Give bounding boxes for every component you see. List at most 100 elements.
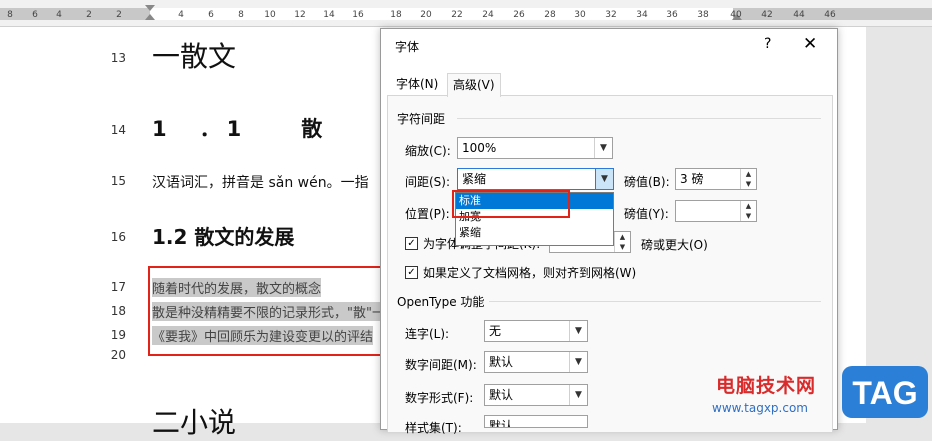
line-number: 13 <box>110 51 126 65</box>
grid-label: 如果定义了文档网格，则对齐到网格(W) <box>423 266 637 280</box>
spacing-select[interactable]: 紧缩 ▼ <box>457 168 614 190</box>
ruler-tick-label: 16 <box>352 10 364 20</box>
spacing-section-title: 字符间距 <box>397 112 446 126</box>
ruler-tick-label: 28 <box>544 10 556 20</box>
line-number: 14 <box>110 123 126 137</box>
tag-logo-text: TAG <box>852 375 917 411</box>
line-number: 19 <box>110 328 126 342</box>
horizontal-ruler[interactable]: 8 6 4 2 2 4 6 8 10 12 14 16 18 20 22 24 26 28 30 32 34 36 38 40… <box>0 0 932 27</box>
number-spacing-label: 数字间距(M): <box>405 358 477 372</box>
line-number: 16 <box>110 230 126 244</box>
section-divider <box>457 118 821 119</box>
ruler-tick-label: 12 <box>294 10 306 20</box>
spin-up-icon[interactable]: ▲ <box>741 201 756 211</box>
spinner[interactable]: ▲ ▼ <box>740 201 756 221</box>
kerning-checkbox[interactable]: ✓ <box>405 237 418 250</box>
ruler-tick-label: 44 <box>793 10 805 20</box>
ruler-tick-label: 30 <box>574 10 586 20</box>
heading-2[interactable]: 1.2 散文的发展 <box>152 221 294 250</box>
tab-font[interactable]: 字体(N) <box>391 73 443 95</box>
heading-1[interactable]: 一散文 <box>152 35 236 75</box>
ruler-tick-label: 4 <box>56 10 62 20</box>
ruler-tick-label: 22 <box>451 10 463 20</box>
ruler-tick-label: 24 <box>482 10 494 20</box>
chevron-down-icon[interactable]: ▼ <box>594 138 612 158</box>
dropdown-option-condensed[interactable]: 紧缩 <box>456 225 613 241</box>
spacing-points-label: 磅值(B): <box>624 175 670 189</box>
spacing-points-input[interactable]: 3 磅 ▲ ▼ <box>675 168 757 190</box>
stylistic-sets-select[interactable]: 默认 <box>484 415 588 428</box>
heading-2[interactable]: 1 ．1 散 <box>152 113 382 143</box>
ligatures-label: 连字(L): <box>405 327 450 341</box>
spin-up-icon[interactable]: ▲ <box>615 232 630 242</box>
position-label: 位置(P): <box>405 207 450 221</box>
tab-advanced[interactable]: 高级(V) <box>447 73 501 97</box>
number-forms-value: 默认 <box>489 388 514 402</box>
chevron-down-icon[interactable]: ▼ <box>569 352 587 372</box>
scale-value: 100% <box>462 141 497 155</box>
spin-down-icon[interactable]: ▼ <box>741 179 756 189</box>
heading-1[interactable]: 二小说 <box>152 401 236 441</box>
dialog-title: 字体 <box>395 40 420 54</box>
line-number: 20 <box>110 348 126 362</box>
ruler-tick-label: 8 <box>238 10 244 20</box>
body-paragraph[interactable]: 汉语词汇，拼音是 sǎn wén。一指 <box>152 172 369 192</box>
ruler-tick-label: 20 <box>420 10 432 20</box>
stylistic-sets-value: 默认 <box>489 419 514 428</box>
spin-down-icon[interactable]: ▼ <box>741 211 756 221</box>
spacing-value: 紧缩 <box>462 172 487 186</box>
spacing-points-value: 3 磅 <box>680 172 704 186</box>
help-button[interactable]: ? <box>764 36 771 52</box>
ruler-tick-label: 40 <box>730 10 742 20</box>
tag-logo-icon: TAG <box>842 366 928 418</box>
ruler-tick-label: 10 <box>264 10 276 20</box>
highlight-box-text <box>148 266 384 356</box>
ruler-tick-label: 6 <box>208 10 214 20</box>
ruler-tick-label: 18 <box>390 10 402 20</box>
scale-label: 缩放(C): <box>405 144 451 158</box>
ligatures-value: 无 <box>489 324 502 338</box>
spinner[interactable]: ▲ ▼ <box>614 232 630 252</box>
watermark-text: 电脑技术网 <box>716 375 817 397</box>
first-line-indent-marker[interactable] <box>145 5 155 11</box>
ruler-tick-label: 32 <box>605 10 617 20</box>
line-number: 17 <box>110 280 126 294</box>
ruler-tick-label: 8 <box>7 10 13 20</box>
ruler-tick-label: 4 <box>178 10 184 20</box>
number-forms-select[interactable]: 默认 ▼ <box>484 384 588 406</box>
opentype-section-title: OpenType 功能 <box>397 295 485 309</box>
spinner[interactable]: ▲ ▼ <box>740 169 756 189</box>
highlight-box-option <box>452 190 570 218</box>
spin-down-icon[interactable]: ▼ <box>615 242 630 252</box>
scale-select[interactable]: 100% ▼ <box>457 137 613 159</box>
ruler-tick-label: 26 <box>513 10 525 20</box>
spin-up-icon[interactable]: ▲ <box>741 169 756 179</box>
position-points-label: 磅值(Y): <box>624 207 669 221</box>
grid-checkbox[interactable]: ✓ <box>405 266 418 279</box>
hanging-indent-marker[interactable] <box>145 14 155 20</box>
ruler-tick-label: 42 <box>761 10 773 20</box>
line-number: 18 <box>110 304 126 318</box>
close-button[interactable]: ✕ <box>803 34 817 54</box>
number-forms-label: 数字形式(F): <box>405 391 474 405</box>
chevron-down-icon[interactable]: ▼ <box>595 169 613 189</box>
position-points-input[interactable]: ▲ ▼ <box>675 200 757 222</box>
watermark-url: www.tagxp.com <box>712 401 808 415</box>
ligatures-select[interactable]: 无 ▼ <box>484 320 588 342</box>
ruler-tick-label: 46 <box>824 10 836 20</box>
ruler-tick-label: 34 <box>636 10 648 20</box>
spacing-label: 间距(S): <box>405 175 451 189</box>
section-divider <box>489 301 821 302</box>
number-spacing-value: 默认 <box>489 355 514 369</box>
line-number: 15 <box>110 174 126 188</box>
ruler-tick-label: 36 <box>666 10 678 20</box>
ruler-tick-label: 38 <box>697 10 709 20</box>
chevron-down-icon[interactable]: ▼ <box>569 385 587 405</box>
ruler-tick-label: 2 <box>86 10 92 20</box>
ruler-tick-label: 14 <box>323 10 335 20</box>
ruler-tick-label: 6 <box>32 10 38 20</box>
kerning-suffix: 磅或更大(O) <box>641 238 708 252</box>
chevron-down-icon[interactable]: ▼ <box>569 321 587 341</box>
stylistic-sets-label: 样式集(T): <box>405 421 462 435</box>
number-spacing-select[interactable]: 默认 ▼ <box>484 351 588 373</box>
